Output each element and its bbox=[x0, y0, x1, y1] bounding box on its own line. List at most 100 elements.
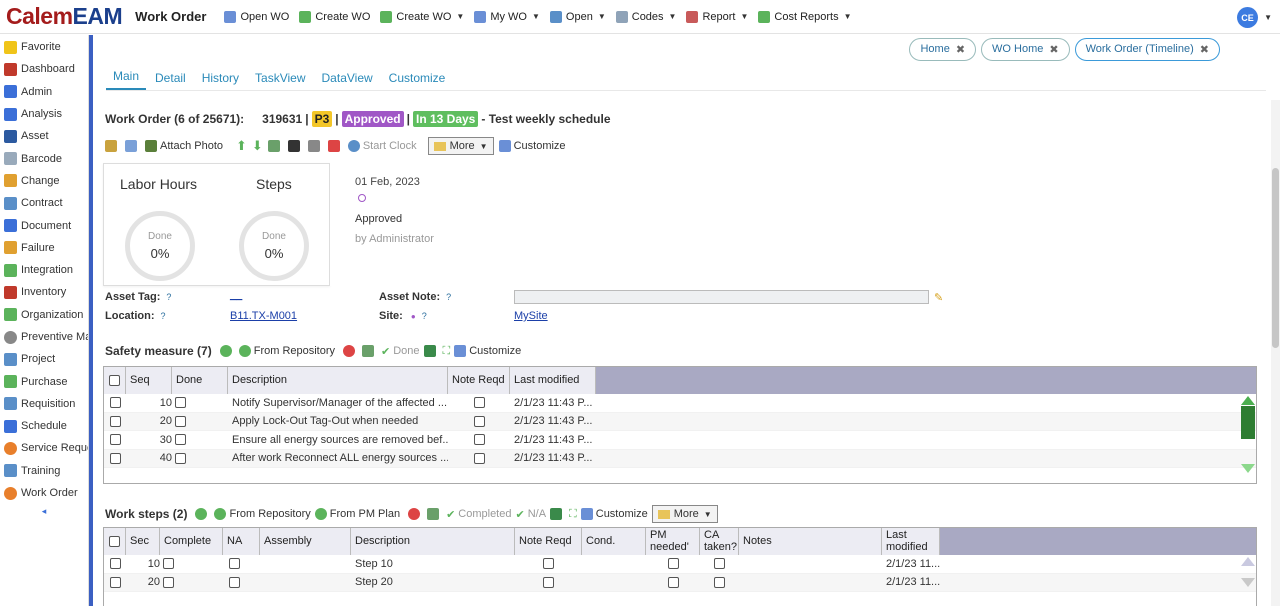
sidebar-item-analysis[interactable]: Analysis bbox=[0, 103, 88, 125]
add-button[interactable] bbox=[219, 345, 235, 357]
from-repository-button[interactable]: From Repository bbox=[214, 508, 311, 520]
customize-button[interactable]: Customize bbox=[454, 345, 521, 357]
tab-taskview[interactable]: TaskView bbox=[248, 67, 312, 90]
sidebar-item-service-reque[interactable]: Service Reque bbox=[0, 437, 88, 459]
sidebar-item-admin[interactable]: Admin bbox=[0, 81, 88, 103]
scroll-down-icon[interactable] bbox=[1241, 464, 1255, 473]
row-checkbox[interactable] bbox=[104, 555, 126, 573]
note-reqd-checkbox[interactable] bbox=[448, 431, 510, 449]
pdf-button[interactable] bbox=[327, 140, 343, 152]
table-row[interactable]: 10 Notify Supervisor/Manager of the affec… bbox=[104, 394, 1256, 413]
expand-button[interactable]: ⛶ bbox=[443, 345, 451, 358]
close-icon[interactable]: ✖ bbox=[1049, 43, 1058, 56]
help-icon[interactable]: ? bbox=[161, 311, 166, 321]
complete-checkbox[interactable] bbox=[160, 555, 223, 573]
done-button[interactable]: ✔ Done bbox=[381, 345, 420, 358]
tab-history[interactable]: History bbox=[195, 67, 246, 90]
sidebar-item-schedule[interactable]: Schedule bbox=[0, 415, 88, 437]
menu-create-wo[interactable]: Create WO ▼ bbox=[380, 10, 464, 23]
select-all-checkbox[interactable] bbox=[104, 367, 126, 394]
col-last-modified[interactable]: Last modified bbox=[510, 367, 596, 394]
page-scrollbar[interactable] bbox=[1271, 100, 1280, 606]
col-note-reqd[interactable]: Note Reqd bbox=[448, 367, 510, 394]
select-all-checkbox[interactable] bbox=[104, 528, 126, 555]
start-clock-button[interactable]: Start Clock bbox=[347, 140, 417, 152]
grid-scrollbar[interactable] bbox=[1240, 555, 1256, 587]
ca-taken-checkbox[interactable] bbox=[700, 555, 739, 573]
menu-open[interactable]: Open ▼ bbox=[549, 10, 606, 23]
note-reqd-checkbox[interactable] bbox=[448, 450, 510, 468]
menu-codes[interactable]: Codes ▼ bbox=[615, 10, 676, 23]
col-description[interactable]: Description bbox=[351, 528, 515, 555]
col-cond[interactable]: Cond. bbox=[582, 528, 646, 555]
table-row[interactable]: 20 Step 20 2/1/23 11... bbox=[104, 573, 1256, 592]
row-checkbox[interactable] bbox=[104, 394, 126, 412]
scroll-thumb[interactable] bbox=[1241, 406, 1255, 439]
col-notes[interactable]: Notes bbox=[739, 528, 882, 555]
col-seq[interactable]: Sec bbox=[126, 528, 160, 555]
location-link[interactable]: B11.TX-M001 bbox=[230, 310, 297, 322]
export-button[interactable] bbox=[362, 345, 377, 357]
open-tab-wo-home[interactable]: WO Home ✖ bbox=[981, 37, 1070, 61]
export-button[interactable] bbox=[427, 508, 442, 520]
help-icon[interactable]: ? bbox=[422, 311, 427, 321]
add-button[interactable] bbox=[195, 508, 210, 520]
attach-photo-button[interactable]: Attach Photo bbox=[145, 140, 223, 152]
note-reqd-checkbox[interactable] bbox=[448, 413, 510, 431]
sidebar-item-training[interactable]: Training bbox=[0, 460, 88, 482]
table-row[interactable]: 30 Ensure all energy sources are removed … bbox=[104, 431, 1256, 450]
done-checkbox[interactable] bbox=[172, 450, 228, 468]
na-checkbox[interactable] bbox=[223, 555, 260, 573]
sidebar-item-dashboard[interactable]: Dashboard bbox=[0, 58, 88, 80]
move-down-button[interactable]: ⬇ bbox=[252, 138, 263, 154]
menu-cost-reports[interactable]: Cost Reports ▼ bbox=[758, 10, 852, 23]
col-assembly[interactable]: Assembly bbox=[260, 528, 351, 555]
customize-button[interactable]: Customize bbox=[580, 508, 648, 520]
row-checkbox[interactable] bbox=[104, 413, 126, 431]
delete-button[interactable] bbox=[287, 140, 303, 152]
col-description[interactable]: Description bbox=[228, 367, 448, 394]
pm-needed-checkbox[interactable] bbox=[646, 555, 700, 573]
expand-button[interactable]: ⛶ bbox=[569, 508, 577, 521]
na-checkbox[interactable] bbox=[223, 574, 260, 592]
more-dropdown[interactable]: More ▼ bbox=[651, 505, 718, 523]
export-button[interactable] bbox=[267, 140, 283, 152]
help-icon[interactable]: ? bbox=[166, 292, 171, 302]
row-checkbox[interactable] bbox=[104, 574, 126, 592]
table-row[interactable]: 10 Step 10 2/1/23 11... bbox=[104, 555, 1256, 574]
tab-main[interactable]: Main bbox=[106, 65, 147, 90]
print-button[interactable] bbox=[307, 140, 323, 152]
from-repository-button[interactable]: From Repository bbox=[238, 345, 335, 357]
col-na[interactable]: NA bbox=[223, 528, 260, 555]
menu-create-wo[interactable]: Create WO bbox=[299, 10, 370, 23]
completed-button[interactable]: ✔ Completed bbox=[446, 508, 511, 521]
scroll-up-icon[interactable] bbox=[1241, 557, 1255, 566]
note-reqd-checkbox[interactable] bbox=[448, 394, 510, 412]
grid-scrollbar[interactable] bbox=[1240, 394, 1256, 473]
sidebar-item-preventive-ma[interactable]: Preventive Ma bbox=[0, 326, 88, 348]
close-icon[interactable]: ✖ bbox=[1200, 43, 1209, 56]
close-icon[interactable]: ✖ bbox=[956, 43, 965, 56]
user-avatar[interactable]: CE bbox=[1237, 7, 1258, 28]
scroll-down-icon[interactable] bbox=[1241, 578, 1255, 587]
excel-button[interactable] bbox=[423, 345, 439, 357]
sidebar-item-purchase[interactable]: Purchase bbox=[0, 370, 88, 392]
remove-button[interactable] bbox=[408, 508, 423, 520]
scroll-up-icon[interactable] bbox=[1241, 396, 1255, 405]
asset-tag-link[interactable]: __ bbox=[230, 289, 242, 301]
pencil-icon[interactable]: ✎ bbox=[934, 291, 943, 304]
sidebar-item-change[interactable]: Change bbox=[0, 170, 88, 192]
customize-button[interactable]: Customize bbox=[498, 140, 566, 152]
sidebar-item-work-order[interactable]: Work Order bbox=[0, 482, 88, 504]
chevron-down-icon[interactable]: ▼ bbox=[1264, 13, 1272, 22]
sidebar-item-integration[interactable]: Integration bbox=[0, 259, 88, 281]
sidebar-item-asset[interactable]: Asset bbox=[0, 125, 88, 147]
col-seq[interactable]: Seq bbox=[126, 367, 172, 394]
sidebar-item-document[interactable]: Document bbox=[0, 214, 88, 236]
table-row[interactable]: 20 Apply Lock-Out Tag-Out when needed 2/1/… bbox=[104, 412, 1256, 431]
done-checkbox[interactable] bbox=[172, 394, 228, 412]
move-up-button[interactable]: ⬆ bbox=[236, 138, 247, 154]
note-reqd-checkbox[interactable] bbox=[515, 555, 582, 573]
edit-button[interactable] bbox=[105, 140, 120, 152]
from-pm-plan-button[interactable]: From PM Plan bbox=[314, 508, 400, 520]
